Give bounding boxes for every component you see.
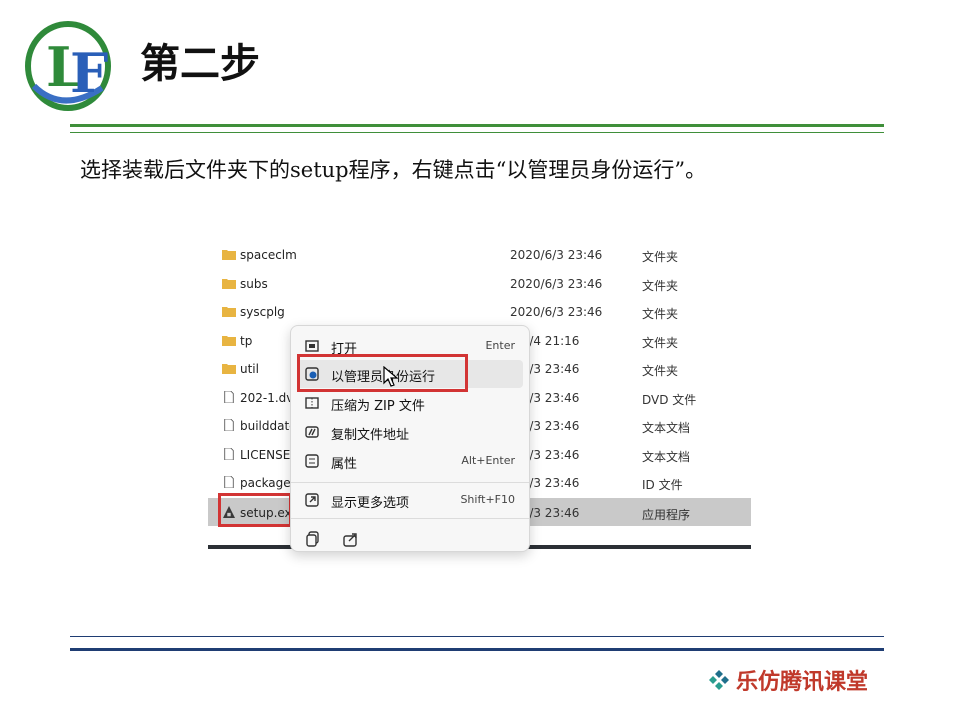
menu-item-label: 显示更多选项 — [331, 496, 410, 511]
menu-item-copy-path[interactable]: 复制文件地址 — [297, 418, 523, 446]
file-row[interactable]: spaceclm 2020/6/3 23:46 文件夹 — [208, 240, 751, 268]
menu-item-label: 属性 — [331, 457, 358, 472]
footer-divider-thin — [70, 636, 884, 637]
menu-item-shortcut: Enter — [485, 339, 515, 352]
share-icon[interactable] — [343, 531, 359, 547]
file-icon — [224, 391, 234, 403]
file-name: syscplg — [240, 305, 285, 319]
zip-icon — [305, 397, 319, 409]
folder-icon — [222, 279, 236, 289]
menu-item-properties[interactable]: 属性 Alt+Enter — [297, 447, 523, 475]
lf-logo: L F — [25, 21, 111, 111]
folder-icon — [222, 307, 236, 317]
file-type: 文件夹 — [642, 307, 679, 321]
copy-icon[interactable] — [305, 531, 321, 547]
instruction-text: 选择装载后文件夹下的setup程序，右键点击“以管理员身份运行”。 — [80, 158, 707, 182]
menu-separator — [291, 518, 529, 519]
svg-text:F: F — [70, 41, 108, 105]
folder-icon — [222, 250, 236, 260]
file-type: 文本文档 — [642, 421, 691, 435]
file-type: 文本文档 — [642, 450, 691, 464]
title-divider-thin — [70, 132, 884, 133]
title-divider-thick — [70, 124, 884, 127]
file-date: 2020/6/3 23:46 — [510, 305, 603, 319]
menu-item-compress-zip[interactable]: 压缩为 ZIP 文件 — [297, 389, 523, 417]
diamond-cluster-icon — [709, 670, 729, 690]
footer-divider-thick — [70, 648, 884, 651]
file-type: 文件夹 — [642, 250, 679, 264]
file-name: util — [240, 362, 259, 376]
copy-path-icon — [305, 426, 319, 438]
file-type: DVD 文件 — [642, 393, 697, 407]
file-type: ID 文件 — [642, 478, 683, 492]
menu-item-label: 压缩为 ZIP 文件 — [331, 399, 425, 414]
more-options-icon — [305, 493, 319, 507]
properties-icon — [305, 454, 319, 468]
setup-highlight-box — [218, 493, 292, 527]
folder-icon — [222, 336, 236, 346]
file-icon — [224, 419, 234, 431]
menu-item-shortcut: Shift+F10 — [460, 493, 515, 506]
file-name: tp — [240, 334, 253, 348]
mouse-cursor-icon — [383, 366, 399, 387]
file-type: 文件夹 — [642, 336, 679, 350]
menu-item-label: 复制文件地址 — [331, 428, 410, 443]
file-icon — [224, 476, 234, 488]
open-icon — [305, 340, 319, 352]
folder-icon — [222, 364, 236, 374]
brand-footer: 乐仿腾讯课堂 — [708, 664, 868, 696]
file-type: 应用程序 — [642, 508, 691, 522]
file-name: builddate — [240, 419, 297, 433]
file-type: 文件夹 — [642, 279, 679, 293]
menu-item-shortcut: Alt+Enter — [461, 454, 515, 467]
file-date: 2020/6/3 23:46 — [510, 248, 603, 262]
file-type: 文件夹 — [642, 364, 679, 378]
file-row[interactable]: subs 2020/6/3 23:46 文件夹 — [208, 269, 751, 297]
file-name: spaceclm — [240, 248, 297, 262]
menu-separator — [291, 482, 529, 483]
slide-title: 第二步 — [140, 41, 260, 87]
brand-name: 乐仿腾讯课堂 — [736, 669, 869, 695]
menu-item-more-options[interactable]: 显示更多选项 Shift+F10 — [297, 486, 523, 514]
file-row[interactable]: syscplg 2020/6/3 23:46 文件夹 — [208, 297, 751, 325]
file-name: subs — [240, 277, 268, 291]
file-icon — [224, 448, 234, 460]
file-date: 2020/6/3 23:46 — [510, 277, 603, 291]
